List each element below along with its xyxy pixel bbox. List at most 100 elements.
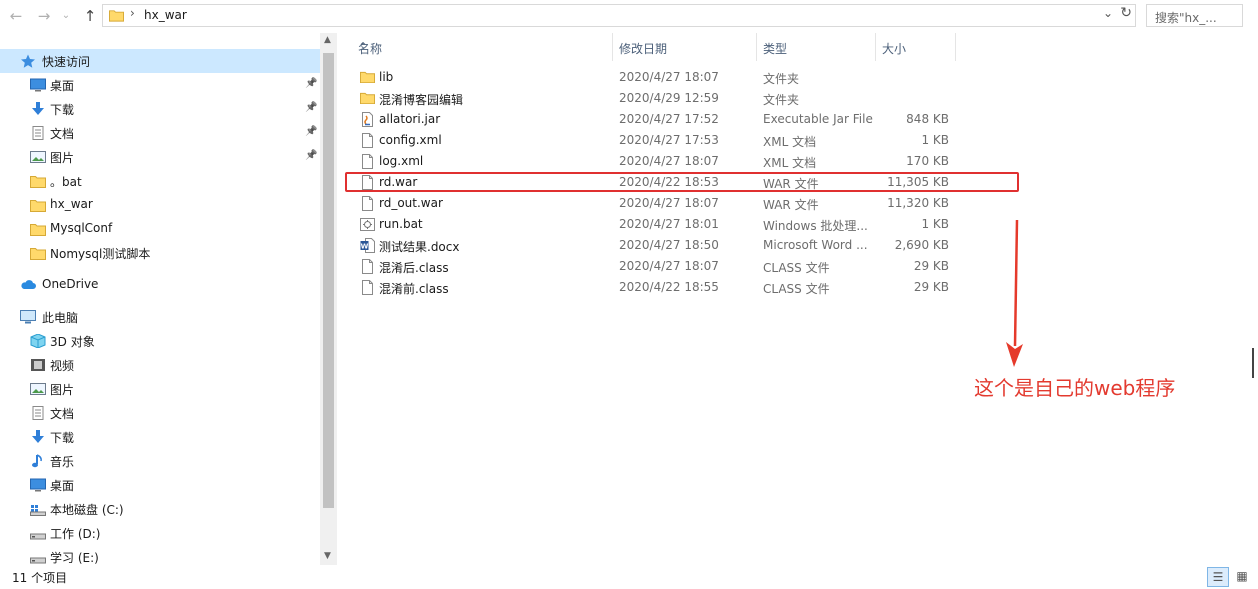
nav-item-pc[interactable]: 桌面 <box>0 473 320 497</box>
breadcrumb-path[interactable]: hx_war <box>144 8 187 22</box>
file-date: 2020/4/22 18:55 <box>619 280 719 294</box>
nav-item-label: 本地磁盘 (C:) <box>50 503 124 517</box>
scroll-down-icon[interactable]: ▼ <box>324 551 331 561</box>
details-view-icon[interactable]: ☰ <box>1207 567 1229 587</box>
desktop-icon <box>30 478 46 492</box>
file-row[interactable]: allatori.jar 2020/4/27 17:52 Executable Ja… <box>355 109 958 130</box>
nav-scroll-thumb[interactable] <box>323 53 334 508</box>
file-type: CLASS 文件 <box>763 261 830 275</box>
nav-item-quick[interactable]: 图片 📌 <box>0 145 320 169</box>
file-icon <box>360 154 375 169</box>
pin-icon: 📌 <box>305 102 318 113</box>
nav-item-pc[interactable]: 工作 (D:) <box>0 521 320 545</box>
file-row[interactable]: run.bat 2020/4/27 18:01 Windows 批处理... 1 KB <box>355 214 958 235</box>
file-row[interactable]: 混淆博客园编辑 2020/4/29 12:59 文件夹 <box>355 88 958 109</box>
file-icon <box>360 280 375 295</box>
drive-c-icon <box>30 502 46 516</box>
nav-item-quick[interactable]: hx_war <box>0 193 320 217</box>
file-date: 2020/4/27 18:01 <box>619 217 719 231</box>
file-row[interactable]: log.xml 2020/4/27 18:07 XML 文档 170 KB <box>355 151 958 172</box>
file-row[interactable]: rd_out.war 2020/4/27 18:07 WAR 文件 11,320 KB <box>355 193 958 214</box>
nav-item-pc[interactable]: 文档 <box>0 401 320 425</box>
nav-item-pc[interactable]: 学习 (E:) <box>0 545 320 565</box>
address-input[interactable]: › hx_war ⌄ ↻ <box>102 4 1136 27</box>
scroll-up-icon[interactable]: ▲ <box>324 35 331 45</box>
file-name: 混淆前.class <box>379 282 449 296</box>
nav-item-quick[interactable]: 下载 📌 <box>0 97 320 121</box>
file-row[interactable]: 混淆前.class 2020/4/22 18:55 CLASS 文件 29 KB <box>355 277 958 298</box>
file-row[interactable]: lib 2020/4/27 18:07 文件夹 <box>355 67 958 88</box>
file-icon <box>360 133 375 148</box>
nav-onedrive[interactable]: OneDrive <box>0 273 320 297</box>
file-name: 混淆博客园编辑 <box>379 93 464 107</box>
search-input[interactable]: 搜索"hx_... <box>1146 4 1243 27</box>
bat-icon <box>360 217 375 232</box>
back-arrow-icon[interactable]: ← <box>6 6 26 26</box>
nav-item-pc[interactable]: 图片 <box>0 377 320 401</box>
address-toolbar: ← → ⌄ ↑ › hx_war ⌄ ↻ 搜索"hx_... <box>0 0 1258 32</box>
nav-item-quick[interactable]: 。bat <box>0 169 320 193</box>
column-header-date[interactable]: 修改日期 <box>613 33 757 61</box>
file-size: 2,690 KB <box>894 238 949 252</box>
file-type: Microsoft Word ... <box>763 238 868 252</box>
pc-icon <box>20 310 36 324</box>
highlight-box <box>345 172 1019 192</box>
item-count: 11 个项目 <box>12 571 68 585</box>
nav-item-label: 。bat <box>50 175 82 189</box>
nav-scrollbar[interactable]: ▲ ▼ <box>320 33 337 565</box>
forward-arrow-icon[interactable]: → <box>34 6 54 26</box>
nav-item-label: 工作 (D:) <box>50 527 101 541</box>
nav-item-label: Nomysql测试脚本 <box>50 247 151 261</box>
folder-icon <box>360 91 375 106</box>
nav-item-quick[interactable]: 桌面 📌 <box>0 73 320 97</box>
video-icon <box>30 358 46 372</box>
up-arrow-icon[interactable]: ↑ <box>80 6 100 26</box>
window-edge <box>1252 348 1254 378</box>
annotation-text: 这个是自己的web程序 <box>974 376 1176 400</box>
pin-icon: 📌 <box>305 126 318 137</box>
file-row[interactable]: config.xml 2020/4/27 17:53 XML 文档 1 KB <box>355 130 958 151</box>
refresh-icon[interactable]: ↻ <box>1120 5 1132 21</box>
nav-item-quick[interactable]: Nomysql测试脚本 <box>0 241 320 265</box>
nav-item-pc[interactable]: 视频 <box>0 353 320 377</box>
file-row[interactable]: 混淆后.class 2020/4/27 18:07 CLASS 文件 29 KB <box>355 256 958 277</box>
column-header-size[interactable]: 大小 <box>876 33 956 61</box>
music-icon <box>30 454 46 468</box>
nav-item-label: MysqlConf <box>50 221 113 235</box>
file-icon <box>360 196 375 211</box>
large-icons-view-icon[interactable]: ▦ <box>1231 567 1253 587</box>
nav-item-label: 音乐 <box>50 455 75 469</box>
file-row[interactable]: W 测试结果.docx 2020/4/27 18:50 Microsoft Word … <box>355 235 958 256</box>
address-dropdown-icon[interactable]: ⌄ <box>1103 6 1113 20</box>
nav-item-label: 桌面 <box>50 479 75 493</box>
column-name-label: 名称 <box>358 42 383 56</box>
nav-item-pc[interactable]: 下载 <box>0 425 320 449</box>
document-icon <box>30 406 46 420</box>
nav-item-pc[interactable]: 本地磁盘 (C:) <box>0 497 320 521</box>
file-type: WAR 文件 <box>763 198 819 212</box>
nav-item-pc[interactable]: 3D 对象 <box>0 329 320 353</box>
file-date: 2020/4/27 18:50 <box>619 238 719 252</box>
nav-item-label: 下载 <box>50 431 75 445</box>
folder-icon <box>30 246 46 260</box>
picture-icon <box>30 382 46 396</box>
file-name: run.bat <box>379 217 423 231</box>
column-header-name[interactable]: ⌃ 名称 <box>352 33 613 61</box>
nav-item-quick[interactable]: MysqlConf <box>0 217 320 241</box>
column-header-type[interactable]: 类型 <box>757 33 876 61</box>
nav-item-quick[interactable]: 文档 📌 <box>0 121 320 145</box>
nav-item-pc[interactable]: 音乐 <box>0 449 320 473</box>
recent-locations-chevron-icon[interactable]: ⌄ <box>56 6 76 26</box>
breadcrumb-chevron-icon[interactable]: › <box>130 6 135 20</box>
nav-item-label: 下载 <box>50 103 75 117</box>
file-size: 29 KB <box>913 259 949 273</box>
folder-icon <box>30 174 46 188</box>
nav-quick-access[interactable]: 快速访问 <box>0 49 320 73</box>
download-icon <box>30 102 46 116</box>
navigation-pane: 快速访问 桌面 📌 下载 📌 文档 📌 图片 📌 。bat hx_war MysqlConf Nomys… <box>0 33 320 565</box>
file-size: 1 KB <box>921 133 949 147</box>
nav-item-label: 图片 <box>50 383 75 397</box>
nav-item-label: 学习 (E:) <box>50 551 99 565</box>
file-type: Windows 批处理... <box>763 219 868 233</box>
nav-this-pc[interactable]: 此电脑 <box>0 305 320 329</box>
